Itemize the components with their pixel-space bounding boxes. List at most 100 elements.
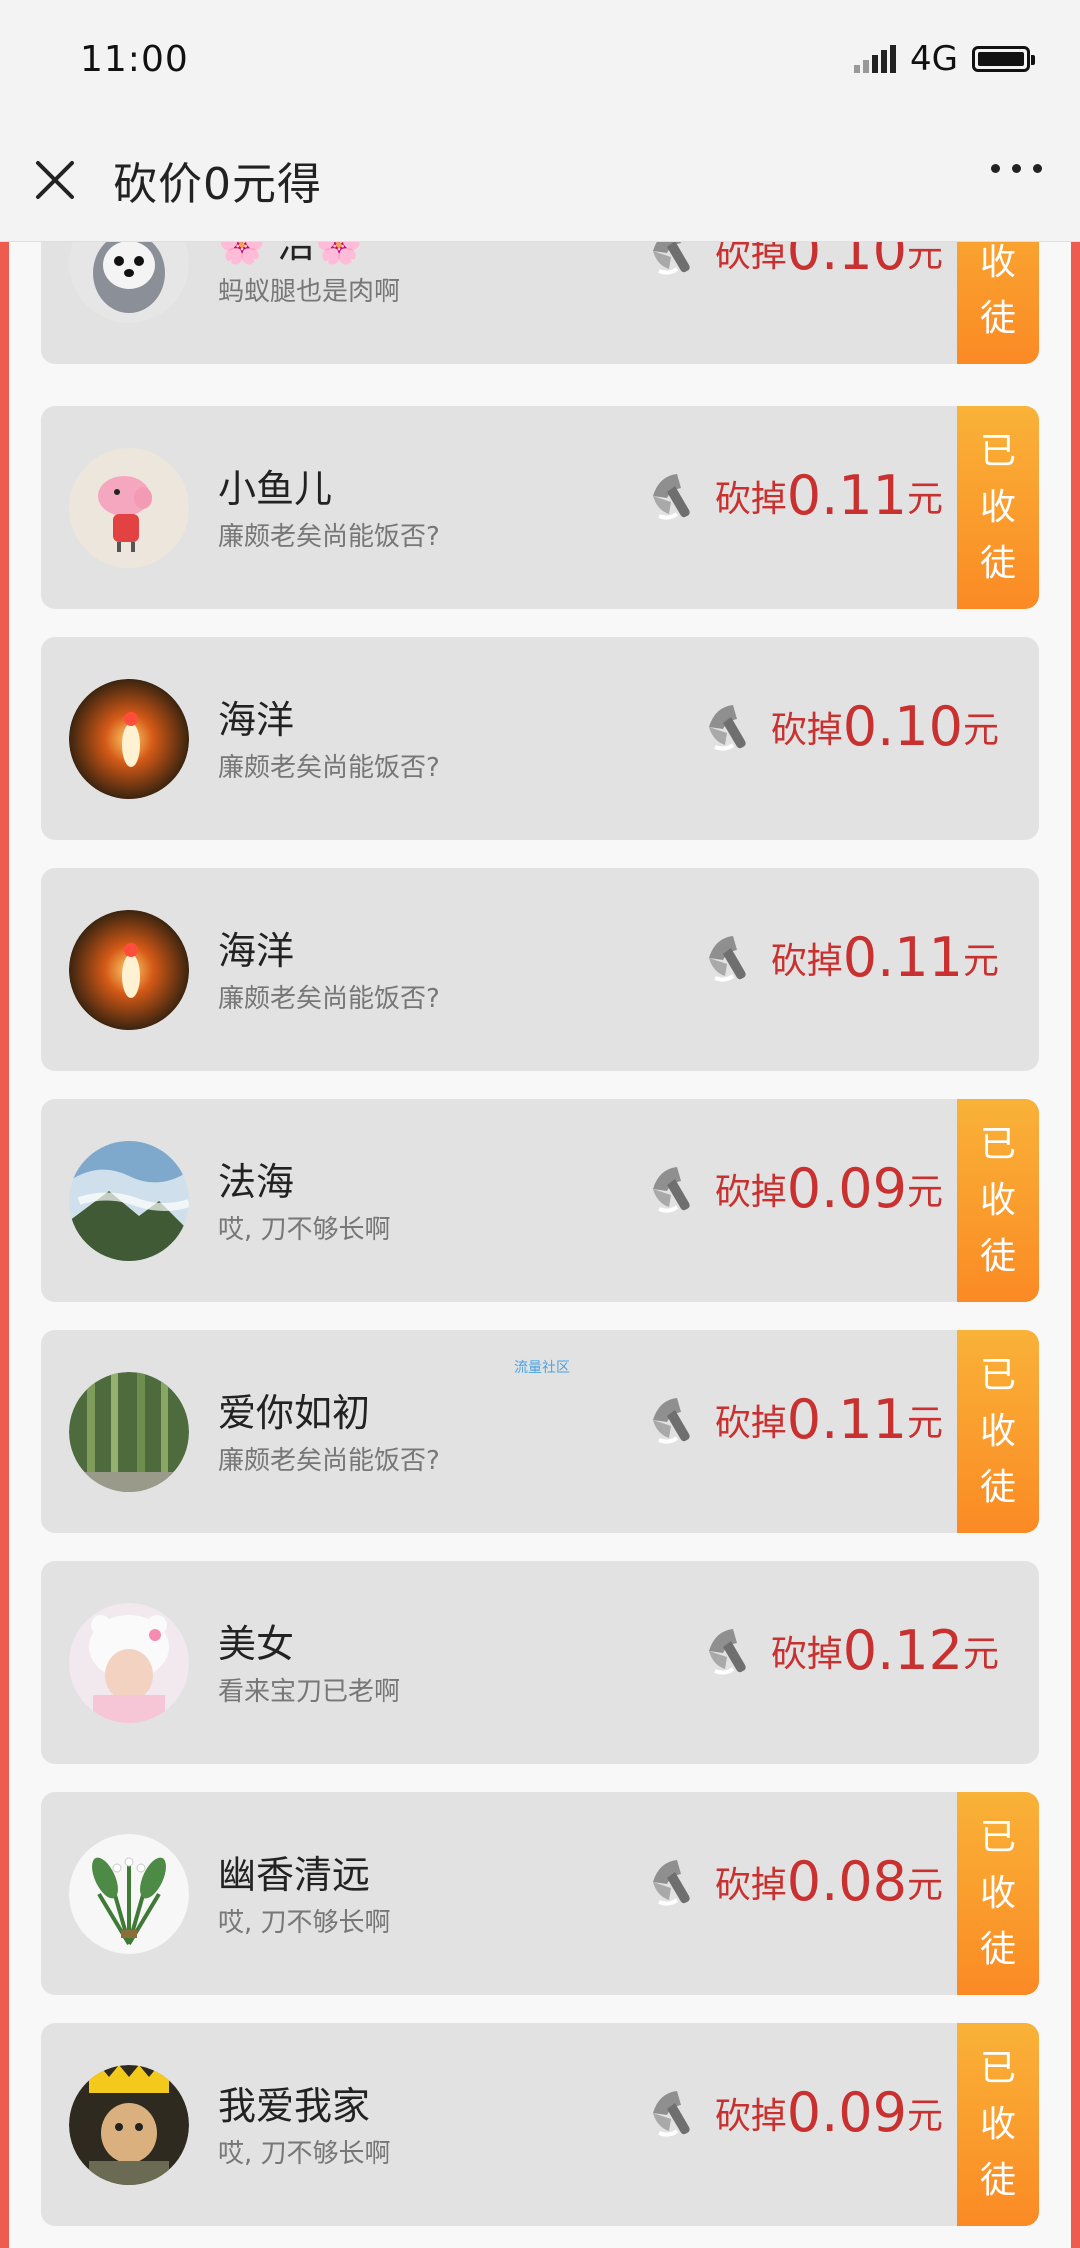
badge-char: 收 (979, 2103, 1016, 2145)
avatar[interactable] (69, 1603, 189, 1723)
network-type: 4G (910, 39, 958, 79)
user-name: 法海 (218, 1160, 295, 1204)
page-title: 砍价0元得 (113, 158, 322, 210)
currency-unit: 元 (906, 242, 943, 275)
cut-value: 0.08 (786, 1850, 907, 1913)
axe-icon (645, 1159, 705, 1219)
list-item[interactable]: 海洋 廉颇老矣尚能饭否? 砍掉 0.10 元 (41, 637, 1039, 840)
badge-char: 已 (979, 1123, 1016, 1165)
avatar[interactable] (69, 1141, 189, 1261)
list-item[interactable]: 我爱我家 哎, 刀不够长啊 砍掉 0.09 元 已收徒 (41, 2023, 1039, 2226)
list-item[interactable]: 美女 看来宝刀已老啊 砍掉 0.12 元 (41, 1561, 1039, 1764)
user-name: 美女 (218, 1622, 295, 1666)
cut-label: 砍掉 (714, 1865, 787, 1906)
cut-amount: 砍掉 0.11 元 (645, 1390, 943, 1450)
list-item[interactable]: 🌸 洁🌸 蚂蚁腿也是肉啊 砍掉 0.10 元 已收徒 (41, 242, 1039, 364)
avatar[interactable] (69, 1372, 189, 1492)
user-name: 幽香清远 (218, 1853, 371, 1897)
cut-value: 0.12 (842, 1619, 963, 1682)
recruited-badge[interactable]: 已收徒 (957, 2023, 1039, 2226)
user-name: 🌸 洁🌸 (218, 242, 363, 266)
recruited-badge[interactable]: 已收徒 (957, 1792, 1039, 1995)
cut-amount: 砍掉 0.08 元 (645, 1852, 943, 1912)
badge-char: 徒 (979, 1928, 1016, 1970)
cut-value: 0.11 (842, 926, 963, 989)
list-item[interactable]: 小鱼儿 廉颇老矣尚能饭否? 砍掉 0.11 元 已收徒 (41, 406, 1039, 609)
avatar[interactable] (69, 910, 189, 1030)
avatar[interactable] (69, 1834, 189, 1954)
girl-avatar (69, 1603, 189, 1723)
badge-char: 徒 (979, 297, 1016, 339)
avatar[interactable] (69, 242, 189, 323)
cut-value: 0.09 (786, 2081, 907, 2144)
badge-char: 已 (979, 430, 1016, 472)
badge-char: 收 (979, 242, 1016, 283)
axe-icon (645, 2083, 705, 2143)
mountain-avatar (69, 1141, 189, 1261)
user-message: 廉颇老矣尚能饭否? (218, 1446, 440, 1476)
pig-avatar (69, 448, 189, 568)
flower-avatar (69, 1834, 189, 1954)
more-dot-icon (991, 164, 1000, 173)
cut-value: 0.10 (786, 242, 907, 282)
currency-unit: 元 (906, 479, 943, 520)
game-avatar (69, 910, 189, 1030)
badge-char: 收 (979, 1872, 1016, 1914)
recruited-badge[interactable]: 已收徒 (957, 406, 1039, 609)
bargain-list[interactable]: 🌸 洁🌸 蚂蚁腿也是肉啊 砍掉 0.10 元 已收徒 小鱼儿 廉颇老矣尚能饭否?… (0, 242, 1080, 2248)
cut-amount: 砍掉 0.10 元 (645, 242, 943, 281)
cut-value: 0.09 (786, 1157, 907, 1220)
badge-char: 已 (979, 1354, 1016, 1396)
user-message: 哎, 刀不够长啊 (218, 1908, 391, 1938)
avatar[interactable] (69, 2065, 189, 2185)
avatar[interactable] (69, 448, 189, 568)
cut-label: 砍掉 (770, 1634, 843, 1675)
user-message: 哎, 刀不够长啊 (218, 1215, 391, 1245)
cut-label: 砍掉 (770, 941, 843, 982)
bamboo-avatar (69, 1372, 189, 1492)
badge-char: 收 (979, 1410, 1016, 1452)
close-icon (36, 160, 74, 199)
axe-icon (701, 1621, 761, 1681)
more-dot-icon (1033, 164, 1042, 173)
badge-char: 收 (979, 1179, 1016, 1221)
axe-icon (645, 1852, 705, 1912)
close-button[interactable] (25, 150, 85, 210)
cut-value: 0.11 (786, 1388, 907, 1451)
badge-char: 徒 (979, 1466, 1016, 1508)
cut-amount: 砍掉 0.11 元 (701, 928, 999, 988)
cut-label: 砍掉 (770, 710, 843, 751)
cut-amount: 砍掉 0.12 元 (701, 1621, 999, 1681)
recruited-badge[interactable]: 已收徒 (957, 1330, 1039, 1533)
currency-unit: 元 (962, 710, 999, 751)
cut-label: 砍掉 (714, 1403, 787, 1444)
cut-label: 砍掉 (714, 2096, 787, 2137)
badge-char: 收 (979, 486, 1016, 528)
user-name: 海洋 (218, 698, 295, 742)
currency-unit: 元 (906, 1865, 943, 1906)
recruited-badge[interactable]: 已收徒 (957, 242, 1039, 364)
recruited-badge[interactable]: 已收徒 (957, 1099, 1039, 1302)
avatar[interactable] (69, 679, 189, 799)
axe-icon (701, 928, 761, 988)
more-options-button[interactable] (991, 164, 1042, 173)
cut-label: 砍掉 (714, 479, 787, 520)
cut-value: 0.10 (842, 695, 963, 758)
user-name: 爱你如初 (218, 1391, 371, 1435)
cut-value: 0.11 (786, 464, 907, 527)
list-item[interactable]: 海洋 廉颇老矣尚能饭否? 砍掉 0.11 元 (41, 868, 1039, 1071)
user-message: 蚂蚁腿也是肉啊 (218, 277, 401, 307)
axe-icon (645, 1390, 705, 1450)
game-avatar (69, 679, 189, 799)
user-name: 海洋 (218, 929, 295, 973)
list-item[interactable]: 幽香清远 哎, 刀不够长啊 砍掉 0.08 元 已收徒 (41, 1792, 1039, 1995)
status-bar: 11:00 4G (0, 0, 1080, 118)
user-message: 看来宝刀已老啊 (218, 1677, 401, 1707)
user-name: 我爱我家 (218, 2084, 371, 2128)
currency-unit: 元 (962, 1634, 999, 1675)
badge-char: 徒 (979, 542, 1016, 584)
user-message: 廉颇老矣尚能饭否? (218, 753, 440, 783)
badge-char: 徒 (979, 2159, 1016, 2201)
currency-unit: 元 (906, 1172, 943, 1213)
list-item[interactable]: 法海 哎, 刀不够长啊 砍掉 0.09 元 已收徒 (41, 1099, 1039, 1302)
